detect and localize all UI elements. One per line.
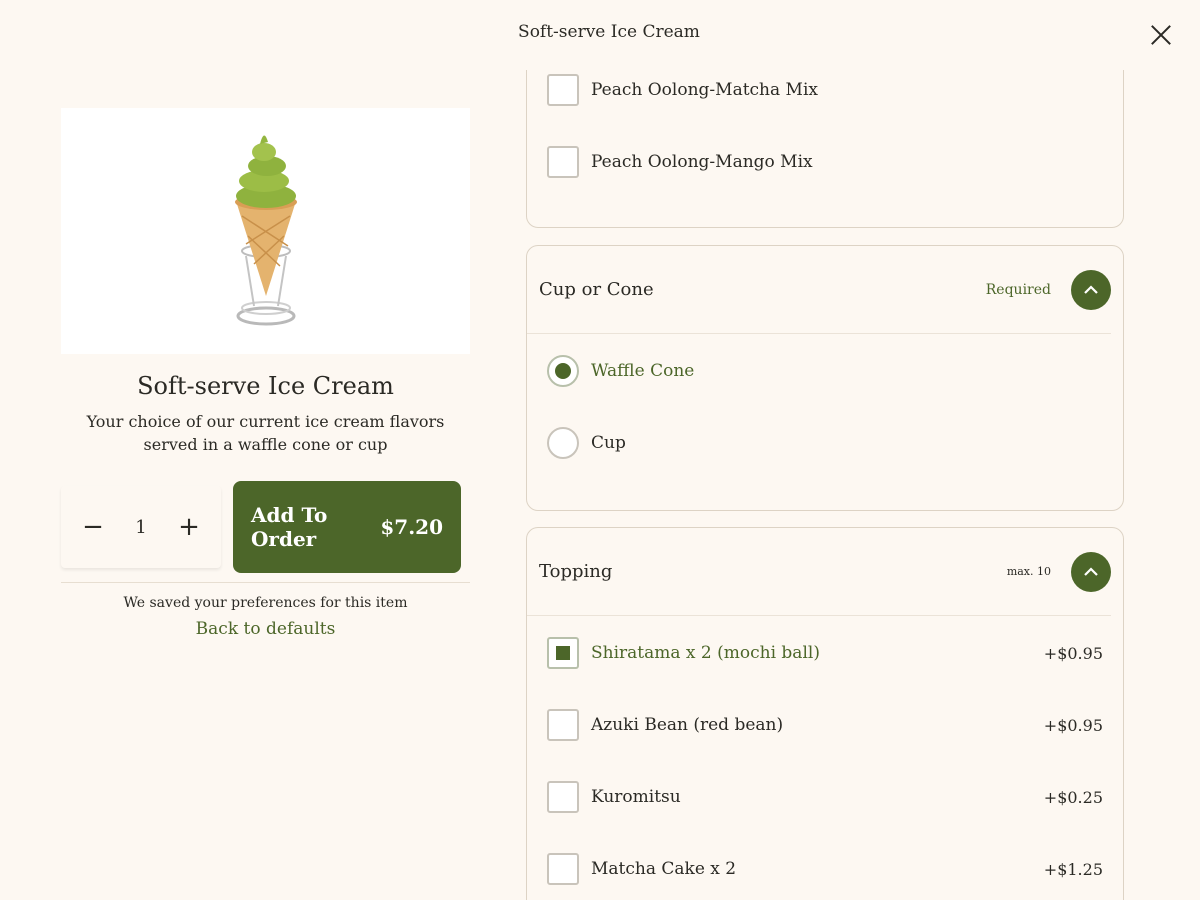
topping-option[interactable]: Azuki Bean (red bean) +$0.95 [547, 709, 1103, 741]
increase-quantity-button[interactable]: + [177, 512, 201, 542]
modal-title: Soft-serve Ice Cream [518, 22, 700, 42]
topping-option[interactable]: Shiratama x 2 (mochi ball) +$0.95 [547, 637, 1103, 669]
quantity-stepper: − 1 + [61, 486, 221, 568]
card-header: Topping max. 10 [527, 528, 1111, 616]
cup-or-cone-card: Cup or Cone Required Waffle Cone Cup [526, 245, 1124, 511]
radio-button[interactable] [547, 427, 579, 459]
option-price: +$0.95 [1043, 715, 1103, 735]
checkbox[interactable] [547, 853, 579, 885]
cup-option-waffle-cone[interactable]: Waffle Cone [547, 355, 1103, 387]
topping-option[interactable]: Kuromitsu +$0.25 [547, 781, 1103, 813]
checkbox[interactable] [547, 74, 579, 106]
option-label: Peach Oolong-Mango Mix [591, 152, 813, 172]
card-header: Cup or Cone Required [527, 246, 1111, 334]
product-panel: Soft-serve Ice Cream Your choice of our … [61, 108, 470, 639]
option-label: Azuki Bean (red bean) [591, 715, 784, 735]
option-label: Peach Oolong-Matcha Mix [591, 80, 818, 100]
add-to-order-button[interactable]: Add To Order $7.20 [233, 481, 461, 573]
quantity-value: 1 [135, 516, 147, 538]
option-price: +$1.25 [1043, 859, 1103, 879]
collapse-button[interactable] [1071, 551, 1111, 592]
checkbox[interactable] [547, 709, 579, 741]
card-title: Topping [539, 561, 613, 582]
cup-option-cup[interactable]: Cup [547, 427, 1103, 459]
options-panel[interactable]: Peach Oolong-Matcha Mix Peach Oolong-Man… [526, 70, 1124, 900]
divider [61, 582, 470, 583]
checkbox[interactable] [547, 637, 579, 669]
close-icon[interactable] [1148, 22, 1174, 48]
topping-card: Topping max. 10 Shiratama x 2 (mochi bal… [526, 527, 1124, 900]
decrease-quantity-button[interactable]: − [81, 512, 105, 542]
card-title: Cup or Cone [539, 279, 654, 300]
product-description: Your choice of our current ice cream fla… [86, 412, 445, 454]
option-price: +$0.25 [1043, 787, 1103, 807]
saved-preferences-text: We saved your preferences for this item [123, 595, 408, 611]
chevron-up-icon [1084, 284, 1098, 294]
product-name: Soft-serve Ice Cream [137, 372, 394, 400]
checkbox[interactable] [547, 781, 579, 813]
checkbox[interactable] [547, 146, 579, 178]
topping-option[interactable]: Matcha Cake x 2 +$1.25 [547, 853, 1103, 885]
required-badge: Required [985, 281, 1051, 298]
chevron-up-icon [1084, 566, 1098, 576]
order-controls: − 1 + Add To Order $7.20 [61, 481, 470, 573]
ice-cream-cone-icon [234, 135, 297, 326]
order-price: $7.20 [380, 515, 443, 539]
option-label: Matcha Cake x 2 [591, 859, 737, 879]
flavor-option[interactable]: Peach Oolong-Matcha Mix [547, 74, 1103, 106]
option-label: Waffle Cone [591, 361, 695, 381]
flavor-option[interactable]: Peach Oolong-Mango Mix [547, 146, 1103, 178]
add-to-order-label: Add To Order [251, 503, 328, 551]
option-price: +$0.95 [1043, 643, 1103, 663]
option-label: Cup [591, 433, 626, 453]
max-badge: max. 10 [1006, 565, 1051, 578]
option-label: Shiratama x 2 (mochi ball) [591, 643, 820, 663]
product-image [61, 108, 470, 354]
radio-button[interactable] [547, 355, 579, 387]
back-to-defaults-link[interactable]: Back to defaults [61, 619, 470, 639]
flavor-card: Peach Oolong-Matcha Mix Peach Oolong-Man… [526, 70, 1124, 228]
collapse-button[interactable] [1071, 269, 1111, 310]
option-label: Kuromitsu [591, 787, 681, 807]
